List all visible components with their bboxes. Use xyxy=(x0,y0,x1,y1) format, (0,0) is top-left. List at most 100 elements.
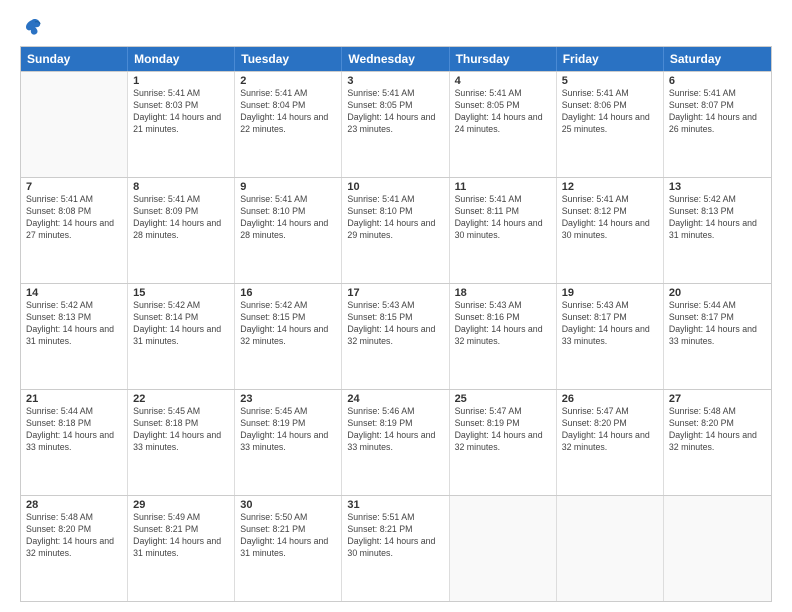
calendar-cell: 24Sunrise: 5:46 AM Sunset: 8:19 PM Dayli… xyxy=(342,390,449,495)
calendar-week: 28Sunrise: 5:48 AM Sunset: 8:20 PM Dayli… xyxy=(21,495,771,601)
day-info: Sunrise: 5:49 AM Sunset: 8:21 PM Dayligh… xyxy=(133,512,229,560)
calendar-cell: 15Sunrise: 5:42 AM Sunset: 8:14 PM Dayli… xyxy=(128,284,235,389)
day-info: Sunrise: 5:51 AM Sunset: 8:21 PM Dayligh… xyxy=(347,512,443,560)
calendar-cell: 29Sunrise: 5:49 AM Sunset: 8:21 PM Dayli… xyxy=(128,496,235,601)
day-info: Sunrise: 5:44 AM Sunset: 8:18 PM Dayligh… xyxy=(26,406,122,454)
day-info: Sunrise: 5:41 AM Sunset: 8:11 PM Dayligh… xyxy=(455,194,551,242)
day-info: Sunrise: 5:42 AM Sunset: 8:15 PM Dayligh… xyxy=(240,300,336,348)
calendar-cell: 21Sunrise: 5:44 AM Sunset: 8:18 PM Dayli… xyxy=(21,390,128,495)
calendar-cell xyxy=(21,72,128,177)
calendar-cell xyxy=(664,496,771,601)
day-number: 15 xyxy=(133,287,229,299)
day-info: Sunrise: 5:42 AM Sunset: 8:13 PM Dayligh… xyxy=(669,194,766,242)
calendar-cell xyxy=(450,496,557,601)
day-number: 22 xyxy=(133,393,229,405)
logo-bird-icon xyxy=(21,16,43,38)
calendar-cell: 6Sunrise: 5:41 AM Sunset: 8:07 PM Daylig… xyxy=(664,72,771,177)
day-info: Sunrise: 5:41 AM Sunset: 8:04 PM Dayligh… xyxy=(240,88,336,136)
calendar-cell xyxy=(557,496,664,601)
calendar-week: 14Sunrise: 5:42 AM Sunset: 8:13 PM Dayli… xyxy=(21,283,771,389)
calendar-cell: 23Sunrise: 5:45 AM Sunset: 8:19 PM Dayli… xyxy=(235,390,342,495)
day-info: Sunrise: 5:45 AM Sunset: 8:18 PM Dayligh… xyxy=(133,406,229,454)
calendar-cell: 13Sunrise: 5:42 AM Sunset: 8:13 PM Dayli… xyxy=(664,178,771,283)
day-number: 24 xyxy=(347,393,443,405)
calendar-week: 21Sunrise: 5:44 AM Sunset: 8:18 PM Dayli… xyxy=(21,389,771,495)
day-number: 27 xyxy=(669,393,766,405)
calendar-cell: 22Sunrise: 5:45 AM Sunset: 8:18 PM Dayli… xyxy=(128,390,235,495)
day-number: 29 xyxy=(133,499,229,511)
weekday-header: Tuesday xyxy=(235,47,342,71)
day-info: Sunrise: 5:41 AM Sunset: 8:10 PM Dayligh… xyxy=(240,194,336,242)
calendar: SundayMondayTuesdayWednesdayThursdayFrid… xyxy=(20,46,772,602)
calendar-cell: 3Sunrise: 5:41 AM Sunset: 8:05 PM Daylig… xyxy=(342,72,449,177)
day-number: 20 xyxy=(669,287,766,299)
day-number: 3 xyxy=(347,75,443,87)
day-number: 17 xyxy=(347,287,443,299)
logo xyxy=(20,16,44,38)
day-info: Sunrise: 5:41 AM Sunset: 8:09 PM Dayligh… xyxy=(133,194,229,242)
calendar-cell: 27Sunrise: 5:48 AM Sunset: 8:20 PM Dayli… xyxy=(664,390,771,495)
day-number: 12 xyxy=(562,181,658,193)
calendar-cell: 10Sunrise: 5:41 AM Sunset: 8:10 PM Dayli… xyxy=(342,178,449,283)
calendar-cell: 5Sunrise: 5:41 AM Sunset: 8:06 PM Daylig… xyxy=(557,72,664,177)
weekday-header: Friday xyxy=(557,47,664,71)
day-number: 21 xyxy=(26,393,122,405)
day-info: Sunrise: 5:43 AM Sunset: 8:16 PM Dayligh… xyxy=(455,300,551,348)
day-number: 16 xyxy=(240,287,336,299)
weekday-header: Wednesday xyxy=(342,47,449,71)
day-info: Sunrise: 5:41 AM Sunset: 8:03 PM Dayligh… xyxy=(133,88,229,136)
header xyxy=(20,16,772,38)
calendar-cell: 26Sunrise: 5:47 AM Sunset: 8:20 PM Dayli… xyxy=(557,390,664,495)
day-info: Sunrise: 5:47 AM Sunset: 8:20 PM Dayligh… xyxy=(562,406,658,454)
calendar-cell: 2Sunrise: 5:41 AM Sunset: 8:04 PM Daylig… xyxy=(235,72,342,177)
calendar-cell: 30Sunrise: 5:50 AM Sunset: 8:21 PM Dayli… xyxy=(235,496,342,601)
day-info: Sunrise: 5:41 AM Sunset: 8:12 PM Dayligh… xyxy=(562,194,658,242)
weekday-header: Monday xyxy=(128,47,235,71)
page: SundayMondayTuesdayWednesdayThursdayFrid… xyxy=(0,0,792,612)
calendar-cell: 7Sunrise: 5:41 AM Sunset: 8:08 PM Daylig… xyxy=(21,178,128,283)
day-number: 25 xyxy=(455,393,551,405)
calendar-cell: 19Sunrise: 5:43 AM Sunset: 8:17 PM Dayli… xyxy=(557,284,664,389)
day-number: 2 xyxy=(240,75,336,87)
day-info: Sunrise: 5:48 AM Sunset: 8:20 PM Dayligh… xyxy=(26,512,122,560)
day-info: Sunrise: 5:45 AM Sunset: 8:19 PM Dayligh… xyxy=(240,406,336,454)
calendar-cell: 9Sunrise: 5:41 AM Sunset: 8:10 PM Daylig… xyxy=(235,178,342,283)
day-info: Sunrise: 5:42 AM Sunset: 8:14 PM Dayligh… xyxy=(133,300,229,348)
day-number: 13 xyxy=(669,181,766,193)
calendar-cell: 8Sunrise: 5:41 AM Sunset: 8:09 PM Daylig… xyxy=(128,178,235,283)
calendar-week: 1Sunrise: 5:41 AM Sunset: 8:03 PM Daylig… xyxy=(21,71,771,177)
calendar-cell: 4Sunrise: 5:41 AM Sunset: 8:05 PM Daylig… xyxy=(450,72,557,177)
day-info: Sunrise: 5:50 AM Sunset: 8:21 PM Dayligh… xyxy=(240,512,336,560)
day-number: 1 xyxy=(133,75,229,87)
day-number: 4 xyxy=(455,75,551,87)
day-info: Sunrise: 5:43 AM Sunset: 8:17 PM Dayligh… xyxy=(562,300,658,348)
logo-text xyxy=(20,16,44,38)
day-info: Sunrise: 5:46 AM Sunset: 8:19 PM Dayligh… xyxy=(347,406,443,454)
calendar-cell: 16Sunrise: 5:42 AM Sunset: 8:15 PM Dayli… xyxy=(235,284,342,389)
day-info: Sunrise: 5:42 AM Sunset: 8:13 PM Dayligh… xyxy=(26,300,122,348)
calendar-body: 1Sunrise: 5:41 AM Sunset: 8:03 PM Daylig… xyxy=(21,71,771,601)
day-info: Sunrise: 5:48 AM Sunset: 8:20 PM Dayligh… xyxy=(669,406,766,454)
day-number: 5 xyxy=(562,75,658,87)
day-number: 19 xyxy=(562,287,658,299)
calendar-cell: 31Sunrise: 5:51 AM Sunset: 8:21 PM Dayli… xyxy=(342,496,449,601)
calendar-cell: 20Sunrise: 5:44 AM Sunset: 8:17 PM Dayli… xyxy=(664,284,771,389)
calendar-header: SundayMondayTuesdayWednesdayThursdayFrid… xyxy=(21,47,771,71)
calendar-week: 7Sunrise: 5:41 AM Sunset: 8:08 PM Daylig… xyxy=(21,177,771,283)
day-info: Sunrise: 5:41 AM Sunset: 8:05 PM Dayligh… xyxy=(347,88,443,136)
day-number: 23 xyxy=(240,393,336,405)
day-number: 7 xyxy=(26,181,122,193)
day-number: 28 xyxy=(26,499,122,511)
day-info: Sunrise: 5:47 AM Sunset: 8:19 PM Dayligh… xyxy=(455,406,551,454)
day-number: 8 xyxy=(133,181,229,193)
day-number: 31 xyxy=(347,499,443,511)
day-info: Sunrise: 5:41 AM Sunset: 8:06 PM Dayligh… xyxy=(562,88,658,136)
calendar-cell: 1Sunrise: 5:41 AM Sunset: 8:03 PM Daylig… xyxy=(128,72,235,177)
day-info: Sunrise: 5:44 AM Sunset: 8:17 PM Dayligh… xyxy=(669,300,766,348)
calendar-cell: 28Sunrise: 5:48 AM Sunset: 8:20 PM Dayli… xyxy=(21,496,128,601)
day-number: 6 xyxy=(669,75,766,87)
day-number: 26 xyxy=(562,393,658,405)
day-info: Sunrise: 5:41 AM Sunset: 8:07 PM Dayligh… xyxy=(669,88,766,136)
weekday-header: Saturday xyxy=(664,47,771,71)
day-number: 11 xyxy=(455,181,551,193)
